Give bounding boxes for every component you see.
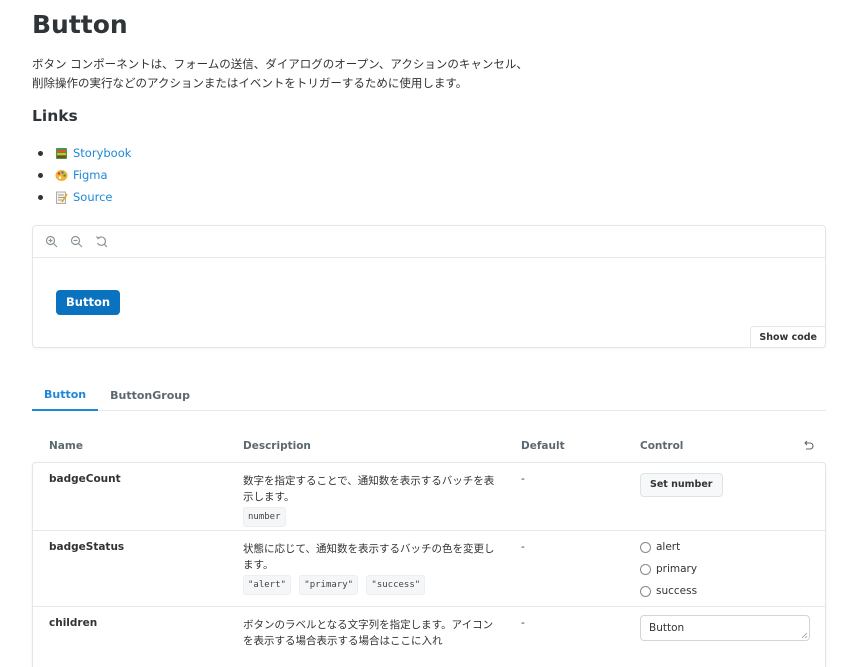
arg-name: badgeCount <box>49 473 121 485</box>
type-tag: "alert" <box>243 575 291 595</box>
header-default: Default <box>521 440 565 452</box>
arg-default: - <box>521 473 525 485</box>
header-control: Control <box>640 440 684 452</box>
reset-zoom-button[interactable] <box>93 234 109 250</box>
table-row: badgeCount 数字を指定することで、通知数を表示するバッチを表示します。… <box>33 463 825 531</box>
page-description: ボタン コンポーネントは、フォームの送信、ダイアログのオープン、アクションのキャ… <box>32 55 592 93</box>
children-text-input[interactable]: Button <box>640 615 810 641</box>
type-tag: "success" <box>366 575 426 595</box>
bullet <box>38 150 43 156</box>
input-value: Button <box>649 622 685 634</box>
header-description: Description <box>243 440 311 452</box>
tab-buttongroup[interactable]: ButtonGroup <box>98 379 202 411</box>
zoom-in-button[interactable] <box>43 234 59 250</box>
palette-emoji-icon <box>55 169 68 181</box>
radio-label: primary <box>656 563 698 575</box>
reset-zoom-icon <box>95 236 107 248</box>
arg-name: children <box>49 617 98 629</box>
arg-default: - <box>521 541 525 553</box>
bullet <box>38 194 43 200</box>
arg-description-text: 数字を指定することで、通知数を表示するバッチを表示します。 <box>243 475 495 503</box>
type-tag: number <box>243 507 286 527</box>
undo-icon[interactable] <box>802 439 814 451</box>
zoom-out-icon <box>70 235 82 248</box>
link-item-source: Source <box>38 186 131 208</box>
radio-alert[interactable]: alert <box>640 536 697 558</box>
arg-control: Set number <box>640 472 723 497</box>
memo-emoji-icon <box>56 191 68 204</box>
type-tag: "primary" <box>299 575 359 595</box>
docs-page: Button ボタン コンポーネントは、フォームの送信、ダイアログのオープン、ア… <box>0 0 856 667</box>
figma-link[interactable]: Figma <box>73 168 108 182</box>
preview-toolbar <box>33 226 825 258</box>
link-item-storybook: Storybook <box>38 142 131 164</box>
radio-circle <box>640 541 651 553</box>
zoom-out-button[interactable] <box>68 234 84 250</box>
radio-label: alert <box>656 541 681 553</box>
radio-success[interactable]: success <box>640 580 697 602</box>
storybook-link[interactable]: Storybook <box>73 146 131 160</box>
arg-name: badgeStatus <box>49 541 125 553</box>
radio-circle <box>640 585 651 597</box>
description-line-1: ボタン コンポーネントは、フォームの送信、ダイアログのオープン、アクションのキャ… <box>32 57 528 71</box>
tab-bar: Button ButtonGroup <box>32 379 826 411</box>
args-table-header: Name Description Default Control <box>32 436 826 458</box>
arg-description: 状態に応じて、通知数を表示するバッチの色を変更します。 "alert" "pri… <box>243 541 498 595</box>
description-line-2: 削除操作の実行などのアクションまたはイベントをトリガーするために使用します。 <box>32 76 468 90</box>
arg-description: ボタンのラベルとなる文字列を指定します。アイコンを表示する場合表示する場合はここ… <box>243 619 494 647</box>
header-name: Name <box>49 440 83 452</box>
arg-description-text: 状態に応じて、通知数を表示するバッチの色を変更します。 <box>243 543 495 571</box>
page-title: Button <box>32 10 128 39</box>
resize-grip-icon[interactable] <box>801 632 808 639</box>
bullet <box>38 172 43 178</box>
zoom-in-icon <box>45 235 57 248</box>
story-preview: Button Show code <box>32 225 826 348</box>
radio-circle <box>640 563 651 575</box>
show-code-button[interactable]: Show code <box>750 326 826 348</box>
arg-types: "alert" "primary" "success" <box>243 575 498 595</box>
source-link[interactable]: Source <box>73 190 113 204</box>
links-heading: Links <box>32 107 78 125</box>
radio-label: success <box>656 585 698 597</box>
arg-description: 数字を指定することで、通知数を表示するバッチを表示します。 number <box>243 473 498 527</box>
table-row: children ボタンのラベルとなる文字列を指定します。アイコンを表示する場合… <box>33 607 825 667</box>
arg-types: number <box>243 507 498 527</box>
radio-primary[interactable]: primary <box>640 558 697 580</box>
args-table: badgeCount 数字を指定することで、通知数を表示するバッチを表示します。… <box>32 462 826 667</box>
arg-default: - <box>521 617 525 629</box>
set-number-button[interactable]: Set number <box>640 472 723 497</box>
demo-button[interactable]: Button <box>56 290 121 315</box>
links-list: Storybook Figma Source <box>38 142 131 208</box>
link-item-figma: Figma <box>38 164 131 186</box>
arg-control: alert primary success <box>640 536 697 602</box>
arg-control: Button <box>640 615 810 641</box>
book-emoji-icon <box>56 147 67 159</box>
table-row: badgeStatus 状態に応じて、通知数を表示するバッチの色を変更します。 … <box>33 531 825 607</box>
tab-button[interactable]: Button <box>32 379 99 411</box>
